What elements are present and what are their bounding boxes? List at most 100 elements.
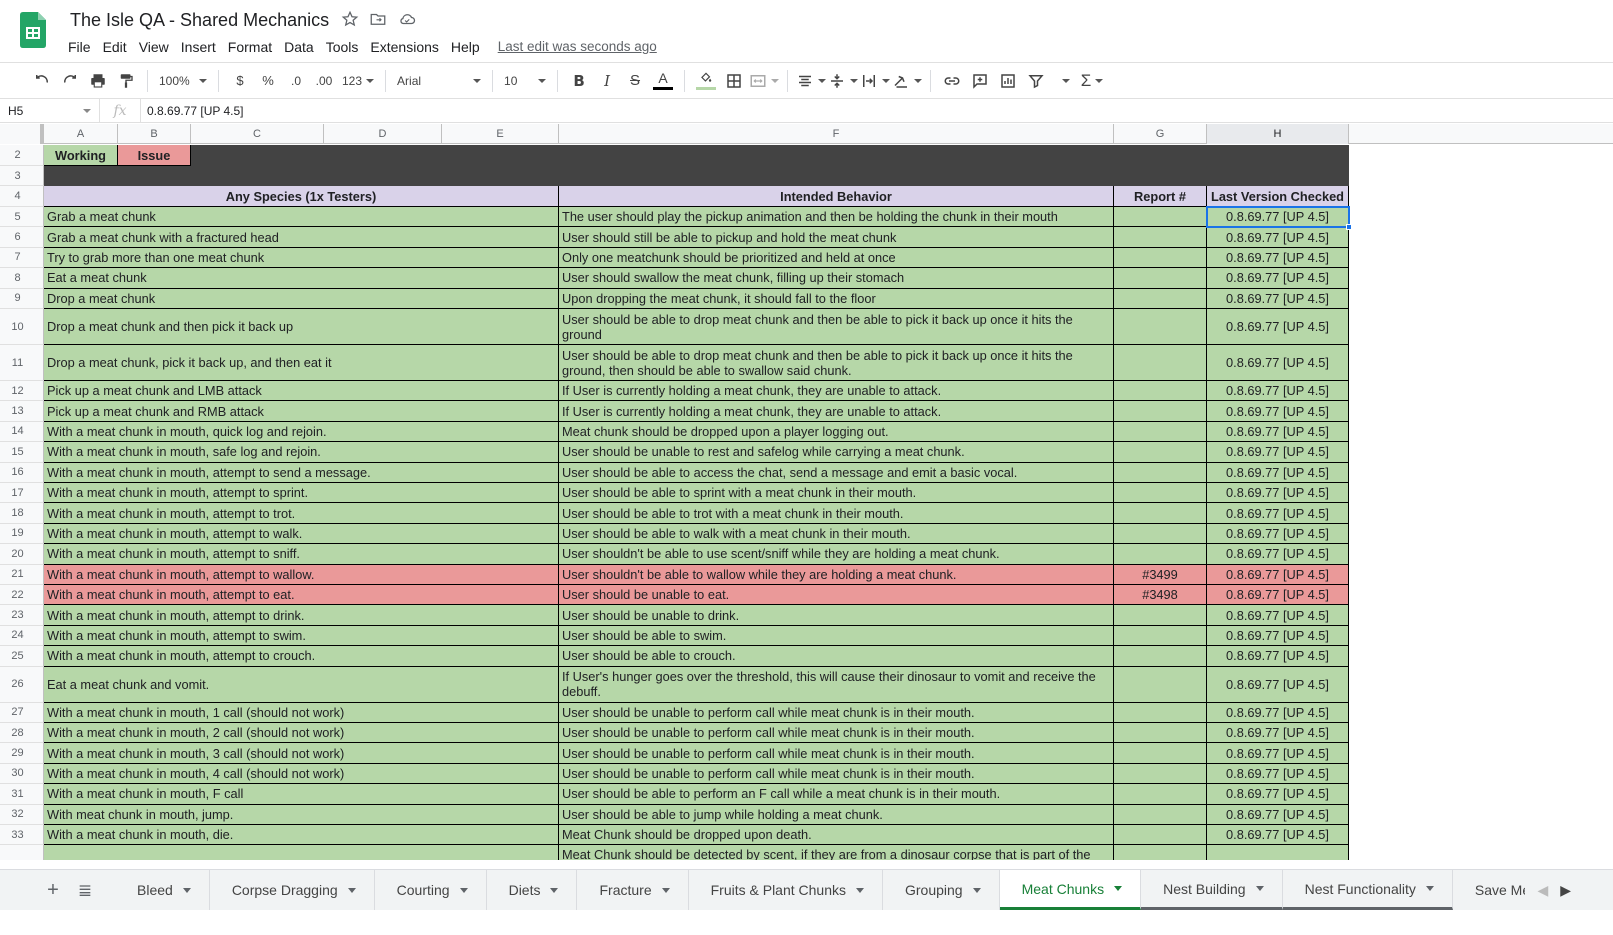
- intended-behavior-cell[interactable]: Meat Chunk should be dropped upon death.: [559, 825, 1114, 846]
- functions-icon[interactable]: Σ: [1079, 68, 1105, 94]
- column-header-a[interactable]: A: [44, 124, 118, 144]
- filter-icon[interactable]: [1023, 68, 1049, 94]
- chevron-down-icon[interactable]: [550, 887, 559, 893]
- formula-input[interactable]: 0.8.69.77 [UP 4.5]: [140, 99, 244, 122]
- test-case-cell[interactable]: Drop a meat chunk, pick it back up, and …: [44, 345, 559, 381]
- report-number-cell[interactable]: [1114, 743, 1207, 764]
- test-case-cell[interactable]: [44, 845, 559, 860]
- row-header[interactable]: 7: [0, 247, 44, 269]
- report-number-cell[interactable]: [1114, 288, 1207, 309]
- menu-insert[interactable]: Insert: [175, 37, 222, 59]
- intended-behavior-cell[interactable]: User should be able to drop meat chunk a…: [559, 309, 1114, 345]
- zoom-select[interactable]: 100%: [155, 74, 211, 88]
- report-number-cell[interactable]: [1114, 523, 1207, 545]
- test-case-cell[interactable]: Grab a meat chunk with a fractured head: [44, 227, 559, 248]
- intended-behavior-cell[interactable]: User should be able to drop meat chunk a…: [559, 345, 1114, 381]
- row-header[interactable]: 21: [0, 564, 44, 585]
- report-number-cell[interactable]: [1114, 763, 1207, 785]
- report-number-cell[interactable]: [1114, 207, 1207, 228]
- sheet-tab-bleed[interactable]: Bleed: [115, 870, 210, 910]
- column-header-g[interactable]: G: [1114, 124, 1207, 144]
- version-cell[interactable]: 0.8.69.77 [UP 4.5]: [1207, 605, 1349, 626]
- undo-icon[interactable]: [29, 68, 55, 94]
- version-cell[interactable]: 0.8.69.77 [UP 4.5]: [1207, 564, 1349, 585]
- version-cell[interactable]: 0.8.69.77 [UP 4.5]: [1207, 401, 1349, 422]
- star-icon[interactable]: [341, 10, 359, 28]
- intended-behavior-cell[interactable]: User should be able to walk with a meat …: [559, 523, 1114, 545]
- cloud-saved-icon[interactable]: [398, 10, 416, 28]
- row-header[interactable]: [0, 845, 44, 860]
- column-header-d[interactable]: D: [324, 124, 442, 144]
- menu-file[interactable]: File: [62, 37, 97, 59]
- select-all-corner[interactable]: [0, 124, 44, 144]
- chevron-down-icon[interactable]: [661, 887, 670, 893]
- font-size-select[interactable]: 10: [500, 74, 550, 88]
- version-cell[interactable]: 0.8.69.77 [UP 4.5]: [1207, 723, 1349, 744]
- intended-behavior-cell[interactable]: User should be unable to rest and safelo…: [559, 442, 1114, 463]
- report-number-cell[interactable]: [1114, 723, 1207, 744]
- document-title[interactable]: The Isle QA - Shared Mechanics: [70, 10, 329, 31]
- horizontal-align-icon[interactable]: [796, 68, 827, 94]
- menu-tools[interactable]: Tools: [320, 37, 365, 59]
- intended-behavior-cell[interactable]: User should be able to jump while holdin…: [559, 804, 1114, 825]
- add-sheet-icon[interactable]: +: [37, 870, 69, 910]
- header-intended-behavior[interactable]: Intended Behavior: [559, 186, 1114, 207]
- row-header[interactable]: 25: [0, 646, 44, 667]
- version-cell[interactable]: 0.8.69.77 [UP 4.5]: [1207, 483, 1349, 504]
- sheet-tab-fracture[interactable]: Fracture: [577, 870, 689, 910]
- report-number-cell[interactable]: [1114, 625, 1207, 647]
- intended-behavior-cell[interactable]: User shouldn't be able to wallow while t…: [559, 564, 1114, 585]
- test-case-cell[interactable]: With a meat chunk in mouth, attempt to w…: [44, 523, 559, 545]
- version-cell[interactable]: 0.8.69.77 [UP 4.5]: [1207, 227, 1349, 248]
- last-edit-link[interactable]: Last edit was seconds ago: [498, 37, 657, 59]
- menu-extensions[interactable]: Extensions: [364, 37, 444, 59]
- intended-behavior-cell[interactable]: User should be unable to perform call wh…: [559, 743, 1114, 764]
- text-wrapping-icon[interactable]: [860, 68, 891, 94]
- insert-chart-icon[interactable]: [995, 68, 1021, 94]
- row-header[interactable]: 12: [0, 381, 44, 402]
- text-color-icon[interactable]: A: [650, 68, 676, 94]
- merge-cells-icon[interactable]: [749, 68, 780, 94]
- report-number-cell[interactable]: [1114, 702, 1207, 723]
- report-number-cell[interactable]: #3498: [1114, 585, 1207, 606]
- column-header-b[interactable]: B: [118, 124, 191, 144]
- chevron-down-icon[interactable]: [182, 887, 191, 893]
- increase-decimal-button[interactable]: .00: [311, 68, 337, 94]
- test-case-cell[interactable]: With a meat chunk in mouth, 2 call (shou…: [44, 723, 559, 744]
- intended-behavior-cell[interactable]: The user should play the pickup animatio…: [559, 207, 1114, 228]
- scroll-right-icon[interactable]: ▶: [1560, 882, 1571, 899]
- test-case-cell[interactable]: With a meat chunk in mouth, attempt to d…: [44, 605, 559, 626]
- report-number-cell[interactable]: [1114, 845, 1207, 860]
- sheet-tab-fruits-plant-chunks[interactable]: Fruits & Plant Chunks: [689, 870, 883, 910]
- intended-behavior-cell[interactable]: User should be unable to perform call wh…: [559, 702, 1114, 723]
- row-header[interactable]: 19: [0, 523, 44, 545]
- intended-behavior-cell[interactable]: User should be able to crouch.: [559, 646, 1114, 667]
- move-to-folder-icon[interactable]: [369, 10, 387, 28]
- menu-data[interactable]: Data: [278, 37, 320, 59]
- report-number-cell[interactable]: [1114, 646, 1207, 667]
- more-formats-select[interactable]: 123: [338, 74, 378, 88]
- intended-behavior-cell[interactable]: User should be able to perform an F call…: [559, 784, 1114, 805]
- report-number-cell[interactable]: [1114, 381, 1207, 402]
- legend-working[interactable]: Working: [44, 145, 118, 166]
- intended-behavior-cell[interactable]: User should be unable to drink.: [559, 605, 1114, 626]
- intended-behavior-cell[interactable]: User should be able to access the chat, …: [559, 462, 1114, 483]
- row-header[interactable]: 2: [0, 145, 44, 166]
- sheet-tab-diets[interactable]: Diets: [487, 870, 578, 910]
- test-case-cell[interactable]: With a meat chunk in mouth, attempt to s…: [44, 544, 559, 565]
- test-case-cell[interactable]: With a meat chunk in mouth, 3 call (shou…: [44, 743, 559, 764]
- test-case-cell[interactable]: Drop a meat chunk and then pick it back …: [44, 309, 559, 345]
- intended-behavior-cell[interactable]: If User is currently holding a meat chun…: [559, 381, 1114, 402]
- italic-icon[interactable]: I: [594, 68, 620, 94]
- report-number-cell[interactable]: [1114, 483, 1207, 504]
- report-number-cell[interactable]: [1114, 345, 1207, 381]
- name-box[interactable]: H5: [0, 99, 100, 122]
- sheet-tab-meat-chunks[interactable]: Meat Chunks: [999, 870, 1142, 910]
- intended-behavior-cell[interactable]: Upon dropping the meat chunk, it should …: [559, 288, 1114, 309]
- report-number-cell[interactable]: [1114, 804, 1207, 825]
- version-cell[interactable]: 0.8.69.77 [UP 4.5]: [1207, 646, 1349, 667]
- all-sheets-icon[interactable]: [69, 870, 101, 910]
- row-header[interactable]: 33: [0, 825, 44, 846]
- intended-behavior-cell[interactable]: Meat chunk should be dropped upon a play…: [559, 421, 1114, 443]
- test-case-cell[interactable]: With a meat chunk in mouth, 4 call (shou…: [44, 763, 559, 785]
